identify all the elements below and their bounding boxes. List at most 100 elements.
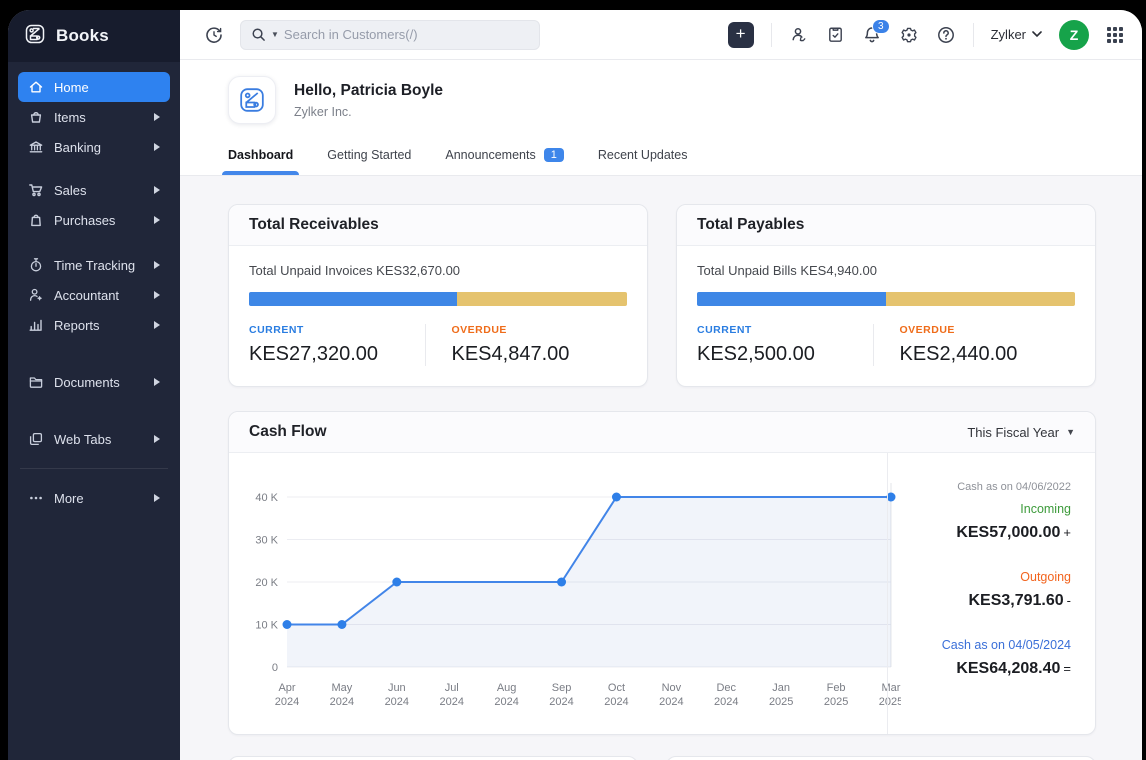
quick-create-button[interactable]: + [728, 22, 754, 48]
sidebar-item-home[interactable]: Home [18, 72, 170, 102]
svg-text:Jun: Jun [388, 682, 406, 694]
app-logo[interactable]: Books [8, 10, 180, 62]
svg-text:2024: 2024 [659, 696, 683, 708]
svg-text:10 K: 10 K [255, 620, 278, 632]
current-segment [249, 292, 457, 306]
app-title: Books [56, 26, 109, 46]
notifications-bell-icon[interactable]: 3 [862, 25, 882, 45]
page-title: Hello, Patricia Boyle [294, 82, 443, 100]
books-logo-icon [24, 23, 46, 50]
refer-user-icon[interactable] [789, 25, 809, 45]
closing-cash-date-link[interactable]: Cash as on 04/05/2024 [912, 638, 1071, 652]
apps-grid-icon[interactable] [1106, 26, 1124, 44]
sidebar-item-label: Accountant [54, 288, 119, 303]
incoming-label: Incoming [912, 502, 1071, 516]
chevron-right-icon [154, 216, 160, 224]
settings-gear-icon[interactable] [899, 25, 919, 45]
chevron-right-icon [154, 494, 160, 502]
sidebar-item-label: Purchases [54, 213, 115, 228]
sidebar-item-purchases[interactable]: Purchases [18, 205, 170, 235]
total-payables-card: Total Payables Total Unpaid Bills KES4,9… [676, 204, 1096, 387]
outgoing-amount: KES3,791.60- [912, 592, 1071, 610]
search-icon [251, 27, 266, 42]
search-scope-caret-icon[interactable]: ▼ [271, 30, 279, 39]
chevron-down-icon [1032, 31, 1042, 38]
sidebar-item-documents[interactable]: Documents [18, 367, 170, 397]
topbar: ▼ + 3 [180, 10, 1142, 60]
svg-text:2024: 2024 [549, 696, 573, 708]
tasks-clipboard-icon[interactable] [826, 25, 845, 44]
overdue-amount: KES2,440.00 [900, 343, 1076, 366]
sidebar-item-web-tabs[interactable]: Web Tabs [18, 424, 170, 454]
folder-icon [28, 374, 44, 390]
sidebar-item-items[interactable]: Items [18, 102, 170, 132]
svg-text:2024: 2024 [275, 696, 299, 708]
dashboard-tabs: Dashboard Getting Started Announcements … [228, 148, 1094, 175]
search-input[interactable] [284, 27, 529, 42]
unpaid-invoices-text: Total Unpaid Invoices KES32,670.00 [249, 263, 627, 278]
topbar-divider [973, 23, 974, 47]
payables-progress-bar [697, 292, 1075, 306]
current-amount: KES2,500.00 [697, 343, 873, 366]
org-logo [228, 76, 276, 124]
chevron-right-icon [154, 378, 160, 386]
search-box[interactable]: ▼ [240, 20, 540, 50]
sidebar-item-label: Home [54, 80, 89, 95]
chevron-right-icon [154, 113, 160, 121]
help-icon[interactable] [936, 25, 956, 45]
chevron-right-icon [154, 186, 160, 194]
bar-chart-icon [28, 317, 44, 333]
user-avatar[interactable]: Z [1059, 20, 1089, 50]
closing-cash-amount: KES64,208.40= [912, 660, 1071, 678]
current-segment [697, 292, 886, 306]
svg-text:2024: 2024 [330, 696, 354, 708]
sidebar-item-reports[interactable]: Reports [18, 310, 170, 340]
tab-recent-updates[interactable]: Recent Updates [598, 148, 688, 175]
org-switcher[interactable]: Zylker [991, 27, 1042, 42]
app-window: Books Home Items Banking Sales [8, 10, 1142, 760]
svg-text:Sep: Sep [552, 682, 572, 694]
topbar-divider [771, 23, 772, 47]
org-name: Zylker [991, 27, 1026, 42]
bag-icon [28, 212, 44, 228]
chevron-right-icon [154, 435, 160, 443]
bank-icon [28, 139, 44, 155]
svg-text:0: 0 [272, 662, 278, 674]
svg-text:2024: 2024 [714, 696, 738, 708]
notification-count-badge: 3 [872, 19, 890, 34]
accountant-icon [28, 287, 44, 303]
tab-dashboard[interactable]: Dashboard [228, 148, 293, 175]
sidebar-item-sales[interactable]: Sales [18, 175, 170, 205]
recent-history-icon[interactable] [204, 25, 224, 45]
svg-text:Jul: Jul [445, 682, 459, 694]
svg-text:2024: 2024 [604, 696, 628, 708]
company-name: Zylker Inc. [294, 105, 443, 119]
card-title: Total Receivables [229, 205, 647, 246]
receivables-progress-bar [249, 292, 627, 306]
sidebar-item-more[interactable]: More [18, 483, 170, 513]
svg-text:2025: 2025 [769, 696, 793, 708]
svg-text:Feb: Feb [827, 682, 846, 694]
tab-announcements[interactable]: Announcements 1 [445, 148, 563, 175]
svg-text:Nov: Nov [662, 682, 682, 694]
tab-getting-started[interactable]: Getting Started [327, 148, 411, 175]
more-dots-icon [28, 490, 44, 506]
svg-text:Oct: Oct [608, 682, 625, 694]
card-title: Cash Flow [249, 423, 327, 441]
svg-text:2025: 2025 [824, 696, 848, 708]
income-expense-card: Income and Expense [228, 756, 638, 760]
fiscal-year-dropdown[interactable]: This Fiscal Year ▼ [967, 425, 1075, 440]
sidebar-item-label: Items [54, 110, 86, 125]
chevron-down-icon: ▼ [1066, 427, 1075, 437]
overdue-segment [457, 292, 627, 306]
sidebar-item-label: Reports [54, 318, 100, 333]
sidebar-item-accountant[interactable]: Accountant [18, 280, 170, 310]
sidebar-item-time-tracking[interactable]: Time Tracking [18, 250, 170, 280]
total-receivables-card: Total Receivables Total Unpaid Invoices … [228, 204, 648, 387]
sidebar-item-banking[interactable]: Banking [18, 132, 170, 162]
svg-text:20 K: 20 K [255, 577, 278, 589]
current-label: CURRENT [249, 324, 425, 336]
sidebar-divider [20, 468, 168, 469]
svg-text:40 K: 40 K [255, 492, 278, 504]
svg-text:2024: 2024 [439, 696, 463, 708]
